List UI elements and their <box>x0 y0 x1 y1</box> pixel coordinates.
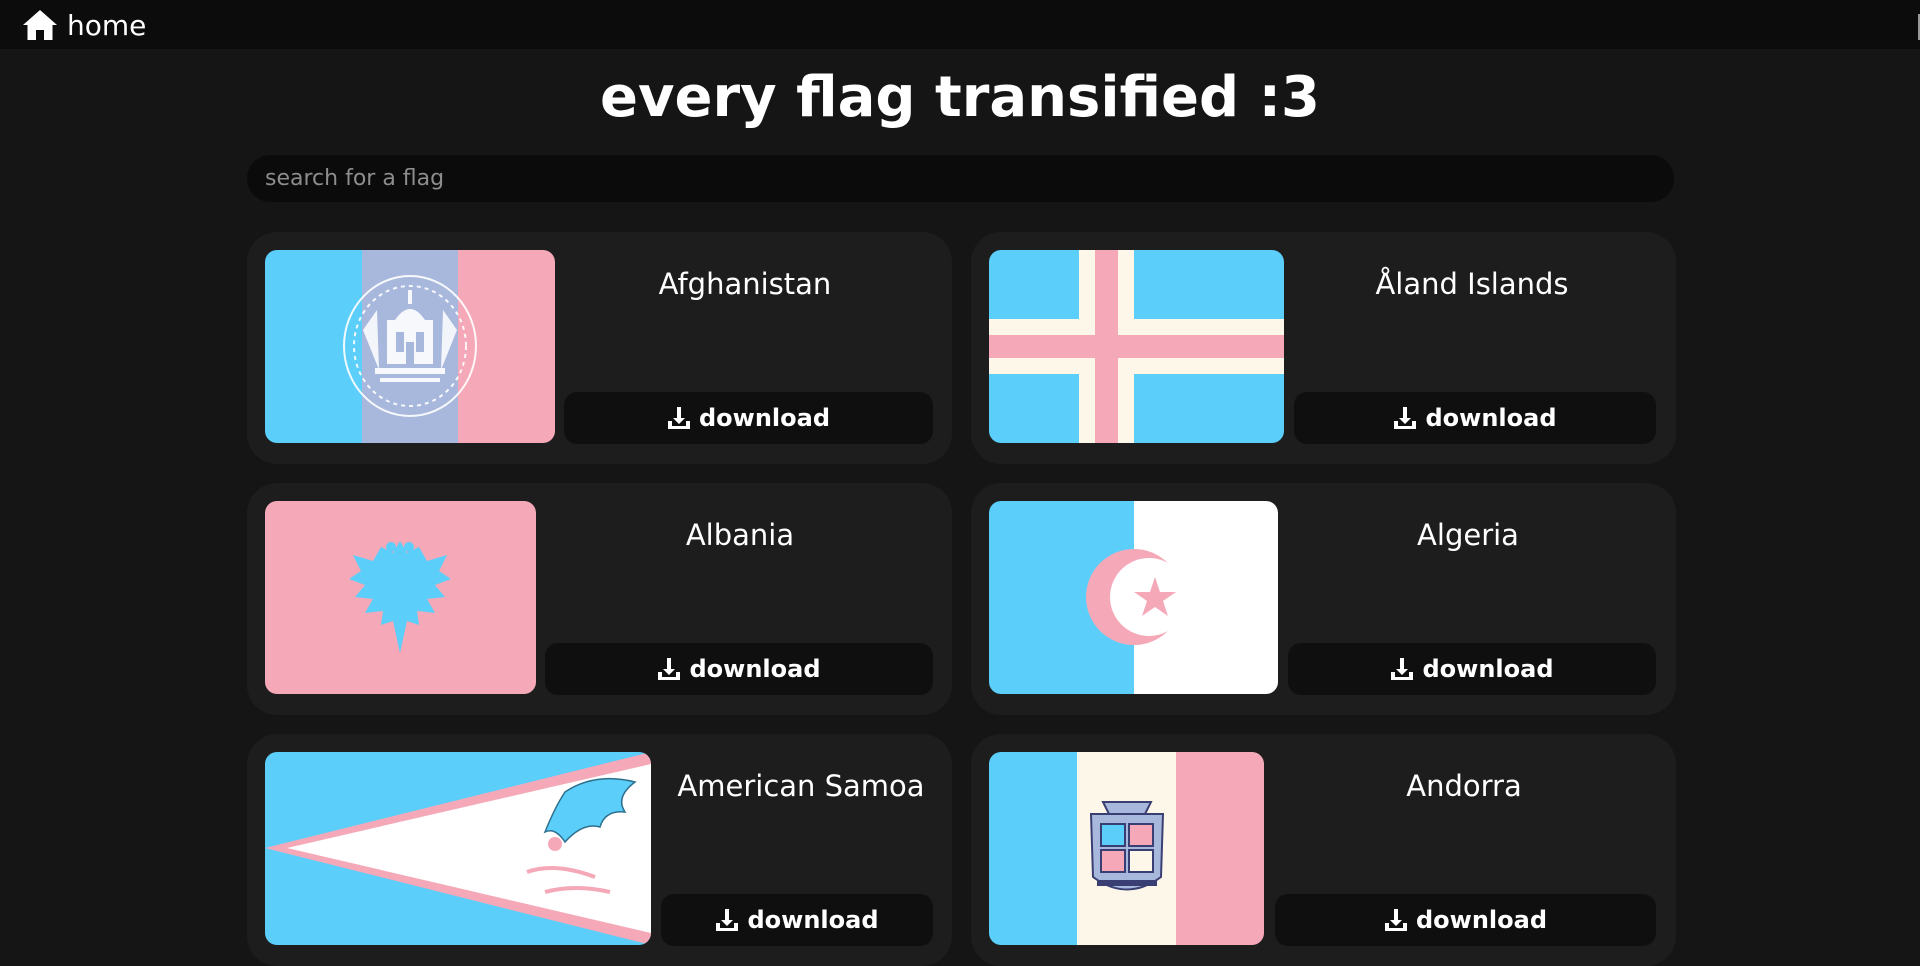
flag-name: Afghanistan <box>658 267 832 301</box>
download-icon <box>1393 406 1417 430</box>
page-title: every flag transified :3 <box>600 65 1320 130</box>
download-icon <box>667 406 691 430</box>
flag-image-algeria[interactable] <box>989 501 1278 694</box>
flag-card-algeria: Algeria download <box>971 483 1676 715</box>
download-label: download <box>1425 404 1557 432</box>
home-icon <box>22 9 58 41</box>
flag-card-albania: Albania download <box>247 483 952 715</box>
download-label: download <box>689 655 821 683</box>
download-button-algeria[interactable]: download <box>1288 643 1656 695</box>
download-icon <box>715 908 739 932</box>
download-button-afghanistan[interactable]: download <box>564 392 933 444</box>
download-icon <box>1390 657 1414 681</box>
home-link[interactable]: home <box>22 8 146 42</box>
download-icon <box>657 657 681 681</box>
download-button-andorra[interactable]: download <box>1275 894 1656 946</box>
download-button-aland-islands[interactable]: download <box>1294 392 1656 444</box>
flag-card-andorra: Andorra download <box>971 734 1676 966</box>
flag-name: Algeria <box>1417 518 1519 552</box>
flag-search-input[interactable] <box>247 155 1674 202</box>
flag-image-american-samoa[interactable] <box>265 752 651 945</box>
flag-image-albania[interactable] <box>265 501 536 694</box>
download-label: download <box>698 404 830 432</box>
flag-image-aland-islands[interactable] <box>989 250 1284 443</box>
flag-name: Åland Islands <box>1375 267 1569 301</box>
home-link-label: home <box>67 8 147 42</box>
flag-image-andorra[interactable] <box>989 752 1264 945</box>
download-label: download <box>1422 655 1554 683</box>
flag-name: Andorra <box>1406 769 1522 803</box>
flag-name: American Samoa <box>677 769 925 803</box>
flag-card-american-samoa: American Samoa download <box>247 734 952 966</box>
download-button-american-samoa[interactable]: download <box>661 894 933 946</box>
flag-image-afghanistan[interactable] <box>265 250 555 443</box>
flag-card-afghanistan: Afghanistan download <box>247 232 952 464</box>
download-icon <box>1384 908 1408 932</box>
download-label: download <box>1415 906 1547 934</box>
download-label: download <box>747 906 879 934</box>
download-button-albania[interactable]: download <box>545 643 933 695</box>
flag-card-aland-islands: Åland Islands download <box>971 232 1676 464</box>
top-nav-bar: home <box>0 0 1920 49</box>
flag-name: Albania <box>685 518 795 552</box>
